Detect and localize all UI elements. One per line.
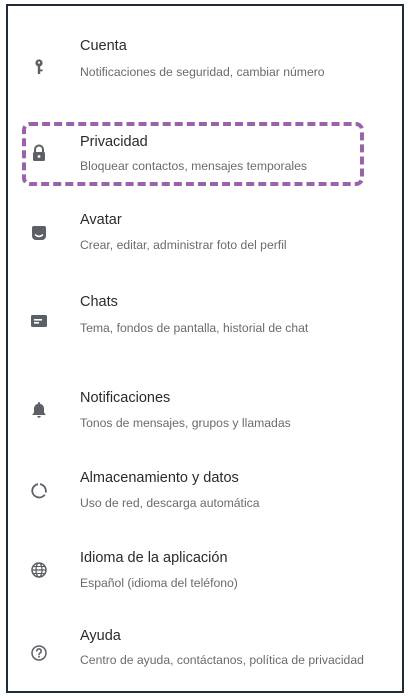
avatar-icon [30, 224, 48, 242]
settings-item-title: Chats [80, 294, 118, 310]
settings-item-subtitle: Tema, fondos de pantalla, historial de c… [80, 321, 309, 335]
settings-item-title: Avatar [80, 212, 122, 228]
settings-item-subtitle: Notificaciones de seguridad, cambiar núm… [80, 65, 325, 79]
data-usage-icon [30, 482, 48, 500]
settings-item-notificaciones[interactable]: Notificaciones Tonos de mensajes, grupos… [8, 386, 402, 446]
lock-icon [30, 144, 48, 162]
settings-item-subtitle: Tonos de mensajes, grupos y llamadas [80, 416, 291, 430]
settings-item-subtitle: Español (idioma del teléfono) [80, 576, 238, 590]
settings-item-title: Cuenta [80, 38, 127, 54]
settings-item-subtitle: Crear, editar, administrar foto del perf… [80, 238, 287, 252]
settings-item-ayuda[interactable]: Ayuda Centro de ayuda, contáctanos, polí… [8, 624, 402, 690]
help-icon [30, 644, 48, 662]
settings-item-chats[interactable]: Chats Tema, fondos de pantalla, historia… [8, 290, 402, 360]
settings-item-subtitle: Bloquear contactos, mensajes temporales [80, 159, 307, 173]
settings-item-cuenta[interactable]: Cuenta Notificaciones de seguridad, camb… [8, 34, 402, 104]
key-icon [30, 58, 48, 76]
settings-item-title: Privacidad [80, 134, 148, 150]
settings-item-title: Notificaciones [80, 390, 171, 406]
bell-icon [30, 400, 48, 418]
settings-item-avatar[interactable]: Avatar Crear, editar, administrar foto d… [8, 208, 402, 268]
settings-item-almacenamiento[interactable]: Almacenamiento y datos Uso de red, desca… [8, 466, 402, 526]
settings-screen: Cuenta Notificaciones de seguridad, camb… [6, 4, 404, 693]
settings-item-title: Idioma de la aplicación [80, 550, 228, 566]
chat-icon [30, 312, 48, 330]
settings-item-idioma[interactable]: Idioma de la aplicación Español (idioma … [8, 546, 402, 606]
settings-item-subtitle: Uso de red, descarga automática [80, 496, 260, 510]
settings-item-subtitle: Centro de ayuda, contáctanos, política d… [80, 653, 364, 667]
settings-item-privacidad[interactable]: Privacidad Bloquear contactos, mensajes … [8, 126, 402, 182]
settings-item-title: Ayuda [80, 628, 121, 644]
globe-icon [30, 561, 48, 579]
settings-item-title: Almacenamiento y datos [80, 470, 239, 486]
